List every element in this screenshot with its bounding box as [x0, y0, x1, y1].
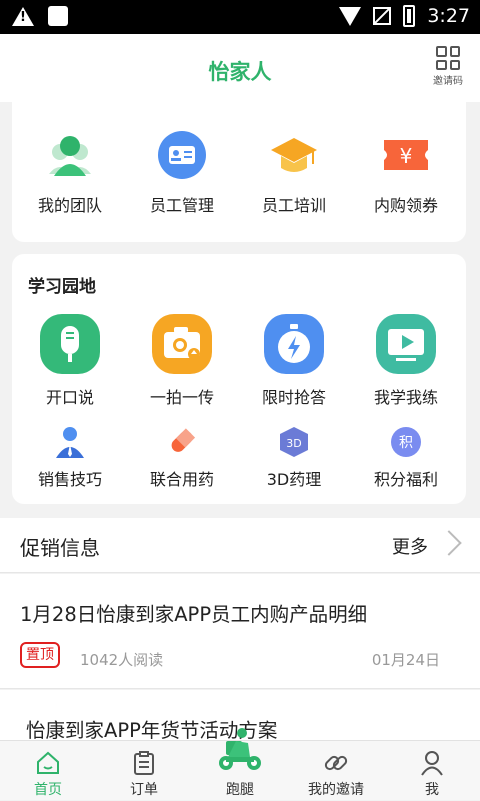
tab-my-invites[interactable]: 我的邀请 — [288, 741, 384, 801]
section-title: 促销信息 — [20, 536, 100, 560]
study-item-learn-practice[interactable]: 我学我练 — [350, 312, 462, 408]
pill-icon — [171, 428, 196, 452]
tab-home[interactable]: 首页 — [0, 741, 96, 801]
menu-item-label: 员工管理 — [149, 196, 214, 215]
coupon-icon: ¥ — [384, 140, 428, 170]
tab-label: 我 — [425, 782, 439, 798]
stopwatch-icon — [264, 314, 324, 374]
status-time: 3:27 — [427, 5, 470, 27]
read-count: 1042人阅读 — [80, 651, 164, 669]
promo-header: 促销信息 更多 — [0, 518, 480, 573]
tab-label: 首页 — [34, 782, 62, 798]
warning-icon — [12, 6, 34, 26]
menu-item-label: 我的团队 — [37, 196, 102, 215]
chevron-right-icon[interactable] — [436, 530, 462, 556]
clipboard-icon — [134, 751, 154, 775]
pinned-badge: 置顶 — [20, 642, 60, 668]
tab-me[interactable]: 我 — [384, 741, 480, 801]
study-item-label: 限时抢答 — [261, 388, 326, 407]
menu-item-purchase-coupon[interactable]: ¥ 内购领券 — [350, 130, 462, 216]
study-item-label: 我学我练 — [373, 388, 438, 407]
graduation-cap-icon — [271, 138, 317, 172]
link-icon — [324, 755, 348, 771]
menu-item-staff-management[interactable]: 员工管理 — [126, 130, 238, 216]
study-item-label: 开口说 — [45, 388, 94, 407]
study-item-label: 3D药理 — [266, 470, 322, 489]
app-header: 怡家人 邀请码 — [0, 34, 480, 102]
staff-card-icon — [158, 131, 206, 179]
status-bar: 3:27 — [0, 0, 480, 34]
camera-upload-icon — [152, 314, 212, 374]
tab-label: 跑腿 — [226, 782, 254, 798]
more-link[interactable]: 更多 — [392, 533, 428, 559]
user-icon — [421, 751, 443, 776]
points-icon: 积 — [391, 427, 421, 457]
study-item-points-welfare[interactable]: 积 积分福利 — [350, 424, 462, 490]
team-icon — [49, 136, 91, 176]
quick-menu-card: 我的团队 员工管理 员工培训 ¥ 内购领券 — [12, 102, 466, 242]
study-item-label: 联合用药 — [149, 470, 214, 489]
study-item-timed-quiz[interactable]: 限时抢答 — [238, 312, 350, 408]
microphone-icon — [40, 314, 100, 374]
svg-text:3D: 3D — [286, 437, 301, 450]
article-item[interactable]: 1月28日怡康到家APP员工内购产品明细 置顶 1042人阅读 01月24日 — [0, 574, 480, 689]
home-icon — [37, 751, 59, 774]
tab-label: 我的邀请 — [308, 782, 364, 798]
page-title: 怡家人 — [208, 60, 272, 84]
section-title: 学习园地 — [28, 277, 96, 297]
qr-code-icon — [436, 46, 460, 70]
study-item-sales-skills[interactable]: 销售技巧 — [14, 424, 126, 490]
salesperson-icon — [56, 427, 84, 458]
menu-item-label: 员工培训 — [261, 196, 326, 215]
video-play-icon — [376, 314, 436, 374]
tab-errands[interactable]: 跑腿 — [192, 728, 288, 801]
menu-item-my-team[interactable]: 我的团队 — [14, 130, 126, 216]
3d-cube-icon: 3D — [280, 427, 308, 457]
bottom-tab-bar: 首页 订单 跑腿 我的邀请 我 — [0, 728, 480, 801]
study-item-photo-upload[interactable]: 一拍一传 — [126, 312, 238, 408]
study-item-label: 积分福利 — [373, 470, 438, 489]
tab-label: 订单 — [130, 782, 158, 798]
study-item-combined-medication[interactable]: 联合用药 — [126, 424, 238, 490]
invite-code-label: 邀请码 — [433, 76, 463, 87]
article-title: 1月28日怡康到家APP员工内购产品明细 — [20, 603, 368, 626]
study-item-label: 一拍一传 — [149, 388, 214, 407]
square-icon — [48, 6, 68, 26]
menu-item-label: 内购领券 — [373, 196, 438, 215]
no-signal-icon — [373, 7, 392, 25]
article-date: 01月24日 — [371, 651, 440, 669]
svg-text:¥: ¥ — [400, 144, 413, 168]
svg-text:积: 积 — [399, 435, 413, 451]
study-section-card: 学习园地 开口说 一拍一传 限时抢答 我学我练 销售技巧 联合用药 3D 3D药… — [12, 254, 466, 504]
battery-charging-icon — [403, 5, 416, 27]
study-item-3d-pharmacology[interactable]: 3D 3D药理 — [238, 424, 350, 490]
menu-item-staff-training[interactable]: 员工培训 — [238, 130, 350, 216]
invite-code-button[interactable]: 邀请码 — [430, 46, 466, 87]
wifi-icon — [339, 6, 362, 26]
study-item-label: 销售技巧 — [37, 470, 102, 489]
delivery-scooter-icon — [219, 728, 261, 770]
study-item-speak[interactable]: 开口说 — [14, 312, 126, 408]
tab-orders[interactable]: 订单 — [96, 741, 192, 801]
